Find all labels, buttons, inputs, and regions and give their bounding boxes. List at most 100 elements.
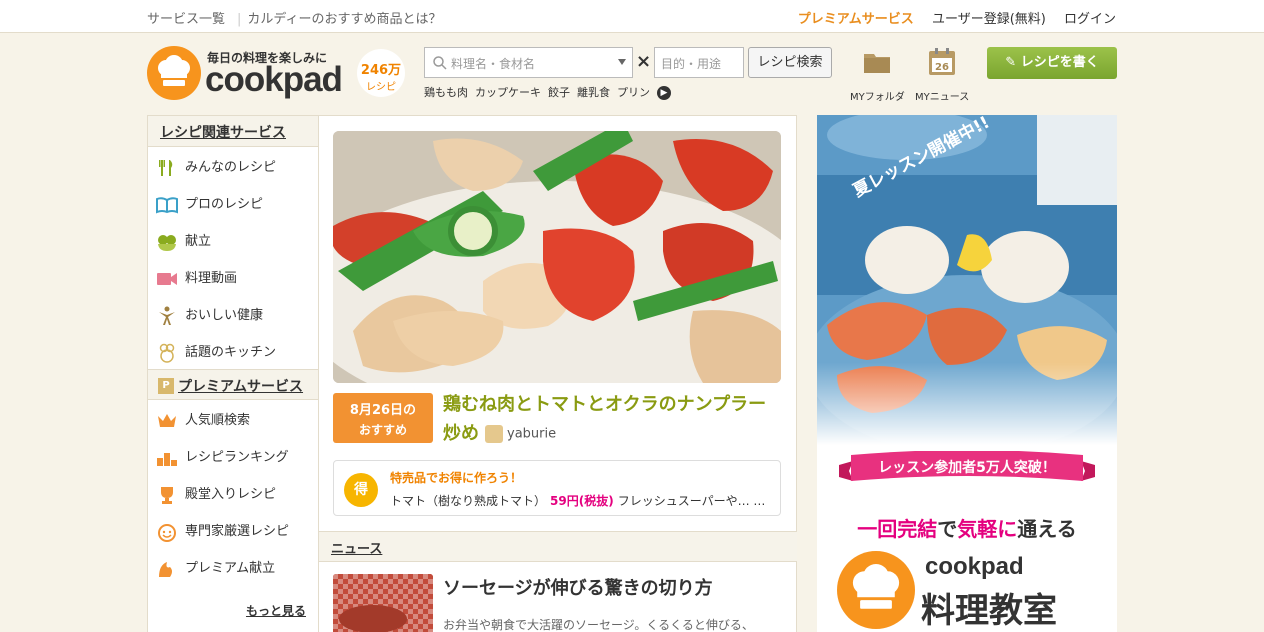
lesson-text: 夏レッスン開催中!! — [849, 115, 993, 201]
participant-banner: レッスン参加者5万人突破！ — [839, 450, 1095, 491]
premium-link[interactable]: プレミアムサービス — [798, 12, 914, 27]
calendar-icon: 26 — [929, 48, 956, 75]
write-recipe-button[interactable]: ✎ レシピを書く — [987, 47, 1117, 79]
purpose-input[interactable]: 目的・用途 — [654, 47, 744, 78]
ad-copy-a: 一回完結 — [857, 517, 938, 541]
ad-brand-school: 料理教室 — [921, 591, 1057, 631]
deal-badge-icon: 得 — [344, 473, 378, 507]
sidebar-item-label: 話題のキッチン — [185, 345, 277, 360]
sale-price: 59円(税抜) — [550, 494, 614, 508]
author-name[interactable]: yaburie — [507, 427, 556, 442]
featured-date: 8月26日の — [349, 403, 417, 418]
sidebar-item-health[interactable]: おいしい健康 — [148, 295, 318, 332]
chevron-down-icon[interactable] — [618, 59, 626, 65]
recipe-search-button[interactable]: レシピ検索 — [748, 47, 832, 78]
sidebar-item-label: おいしい健康 — [185, 308, 264, 323]
folder-icon — [864, 54, 891, 73]
recipe-count: 246万 — [360, 63, 402, 78]
featured-date-sub: おすすめ — [358, 423, 407, 437]
news-heading[interactable]: ニュース — [319, 531, 797, 562]
my-news-label: MYニュース — [915, 92, 970, 103]
chef-hat-icon — [147, 46, 201, 100]
crown-icon — [156, 411, 178, 431]
sidebar-item-cooking-video[interactable]: 料理動画 — [148, 258, 318, 295]
sidebar-item-label: レシピランキング — [185, 450, 289, 465]
recipe-unit: レシピ — [366, 82, 396, 93]
sidebar-heading-premium[interactable]: P プレミアムサービス — [148, 369, 318, 400]
book-icon — [156, 195, 178, 215]
participant-text: レッスン参加者5万人突破！ — [878, 460, 1056, 476]
keyword-link[interactable]: 離乳食 — [577, 86, 610, 99]
person-icon — [156, 306, 178, 326]
sidebar-item-menu[interactable]: 献立 — [148, 221, 318, 258]
keyword-link[interactable]: プリン — [617, 86, 650, 99]
sidebar-item-expert-recipes[interactable]: 専門家厳選レシピ — [148, 511, 318, 548]
account-links: プレミアムサービス ユーザー登録(無料) ログイン — [784, 8, 1116, 27]
video-icon — [156, 269, 178, 289]
write-recipe-label: レシピを書く — [1020, 55, 1099, 70]
kaldi-link[interactable]: カルディーのおすすめ商品とは？ — [247, 12, 441, 27]
divider: | — [237, 12, 242, 27]
sale-store: フレッシュスーパーや… … — [617, 494, 766, 508]
register-link[interactable]: ユーザー登録(無料) — [932, 12, 1046, 27]
sale-item: トマト（樹なり熟成トマト） — [390, 494, 547, 508]
news-thumbnail[interactable] — [333, 574, 433, 632]
recipe-count-badge: 246万 レシピ — [357, 49, 405, 97]
my-folder-button[interactable]: MYフォルダ — [850, 47, 905, 103]
avatar[interactable] — [485, 425, 503, 443]
sidebar-item-premium-menu[interactable]: プレミアム献立 — [148, 548, 318, 585]
keyword-link[interactable]: カップケーキ — [475, 86, 541, 99]
sidebar-item-label: 殿堂入りレシピ — [185, 487, 277, 502]
top-bar: サービス一覧 | カルディーのおすすめ商品とは？ プレミアムサービス ユーザー登録(… — [0, 0, 1264, 33]
ad-brand: cookpad — [925, 553, 1024, 580]
keyword-link[interactable]: 鶏もも肉 — [424, 86, 468, 99]
featured-recipe-title[interactable]: 鶏むね肉とトマトとオクラのナンプラー炒め yaburie — [443, 390, 783, 449]
ad-copy: 一回完結で気軽に通える — [817, 513, 1117, 542]
chevron-right-icon[interactable]: ▶ — [657, 86, 671, 100]
featured-recipe-photo[interactable] — [333, 131, 781, 383]
ad-copy-d: 通える — [1017, 517, 1077, 541]
sidebar-item-trending-kitchen[interactable]: 話題のキッチン — [148, 332, 318, 369]
chef-hat-icon — [837, 551, 915, 629]
sausage-illustration — [333, 574, 433, 632]
fork-knife-icon — [156, 158, 178, 178]
my-news-button[interactable]: 26 MYニュース — [915, 47, 969, 103]
sidebar-item-ranking[interactable]: レシピランキング — [148, 437, 318, 474]
premium-p-icon: P — [158, 378, 174, 394]
ad-copy-c: 気軽に — [957, 517, 1018, 541]
sidebar-heading-recipe-services[interactable]: レシピ関連サービス — [148, 116, 318, 147]
more-link[interactable]: もっと見る — [246, 602, 306, 619]
face-icon — [156, 522, 178, 542]
food-illustration — [333, 131, 781, 383]
lesson-label: 夏レッスン開催中!! — [849, 115, 993, 201]
sidebar-item-hall-of-fame[interactable]: 殿堂入りレシピ — [148, 474, 318, 511]
sidebar-item-popular-search[interactable]: 人気順検索 — [148, 400, 318, 437]
service-list-link[interactable]: サービス一覧 — [147, 12, 225, 27]
sale-detail: トマト（樹なり熟成トマト） 59円(税抜) フレッシュスーパーや… … — [390, 492, 765, 509]
bowl-icon — [156, 232, 178, 252]
keyword-input[interactable]: 料理名・食材名 — [424, 47, 633, 78]
cookpad-logo[interactable]: 毎日の料理を楽しみに cookpad 246万 レシピ — [147, 46, 407, 102]
date-badge: 8月26日の おすすめ — [333, 393, 433, 443]
close-icon[interactable]: × — [636, 51, 651, 72]
sale-box[interactable]: 得 特売品でお得に作ろう！ トマト（樹なり熟成トマト） 59円(税抜) フレッシュス… — [333, 460, 781, 516]
sidebar-item-everyone-recipes[interactable]: みんなのレシピ — [148, 147, 318, 184]
sidebar-item-label: 献立 — [185, 234, 212, 249]
podium-icon — [156, 448, 178, 468]
top-links: サービス一覧 | カルディーのおすすめ商品とは？ — [147, 8, 448, 27]
sidebar-item-pro-recipes[interactable]: プロのレシピ — [148, 184, 318, 221]
news-title[interactable]: ソーセージが伸びる驚きの切り方 — [443, 574, 713, 600]
news-description: お弁当や朝食で大活躍のソーセージ。くるくると伸びる、 — [443, 618, 754, 632]
trophy-icon — [156, 485, 178, 505]
search-icon — [433, 56, 447, 70]
sidebar-item-label: プレミアム献立 — [185, 561, 276, 576]
sidebar-item-label: 料理動画 — [185, 271, 238, 286]
keyword-link[interactable]: 餃子 — [548, 86, 570, 99]
popular-keywords: 鶏もも肉 カップケーキ 餃子 離乳食 プリン ▶ — [424, 84, 678, 100]
login-link[interactable]: ログイン — [1064, 12, 1116, 27]
main-content: 8月26日の おすすめ 鶏むね肉とトマトとオクラのナンプラー炒め yaburie … — [319, 115, 797, 632]
cooking-school-ad[interactable]: 夏レッスン開催中!! レッスン参加者5万人突破！ 一回完結で気軽に通える coo… — [817, 115, 1117, 632]
chef-icon — [156, 343, 178, 363]
leaf-icon — [156, 559, 178, 579]
sidebar-item-label: 人気順検索 — [185, 413, 251, 428]
